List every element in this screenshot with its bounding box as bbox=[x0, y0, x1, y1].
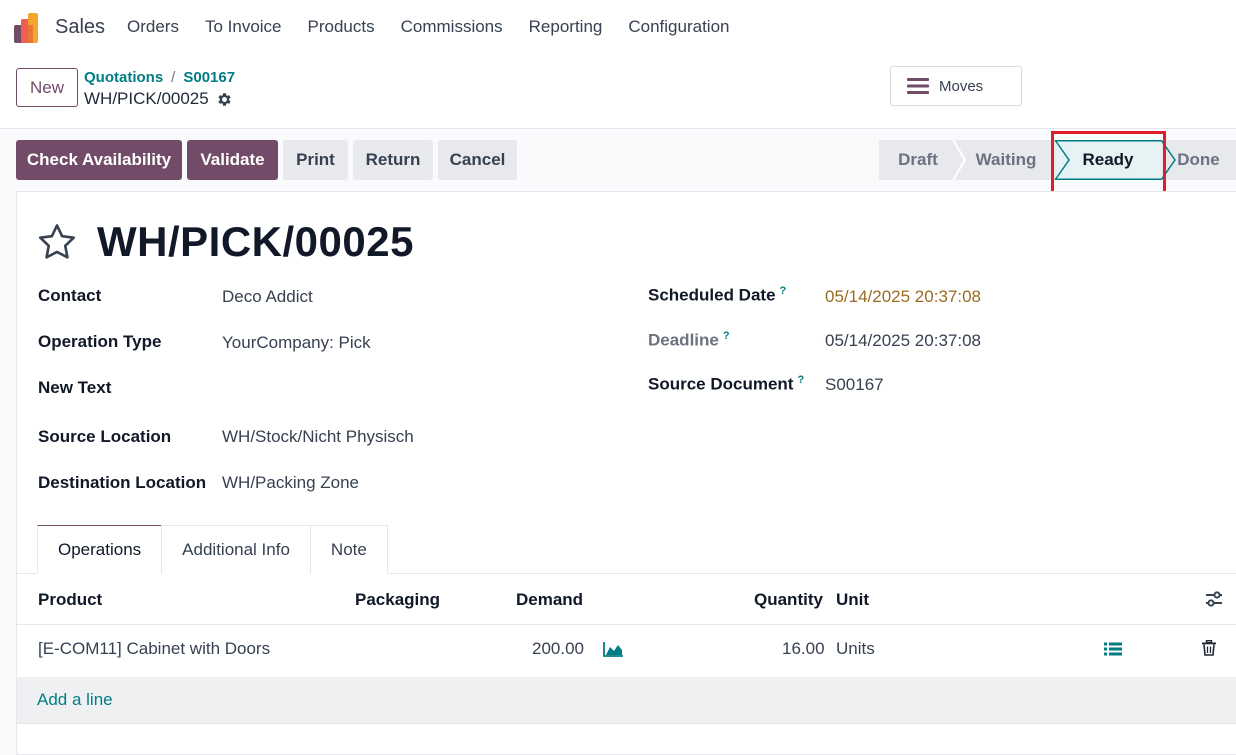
title-row: WH/PICK/00025 bbox=[37, 218, 414, 266]
moves-label: Moves bbox=[939, 77, 984, 95]
hamburger-icon bbox=[907, 78, 929, 94]
menu-products[interactable]: Products bbox=[308, 17, 375, 37]
main-menu: Orders To Invoice Products Commissions R… bbox=[127, 17, 755, 37]
header-divider bbox=[17, 624, 1236, 625]
row-demand[interactable]: 200.00 bbox=[532, 639, 584, 659]
new-button[interactable]: New bbox=[16, 68, 78, 107]
column-product[interactable]: Product bbox=[38, 590, 102, 610]
status-done[interactable]: Done bbox=[1161, 140, 1236, 180]
sliders-icon[interactable] bbox=[1205, 590, 1223, 608]
row-unit[interactable]: Units bbox=[836, 639, 875, 659]
row-product[interactable]: [E-COM11] Cabinet with Doors bbox=[38, 639, 270, 659]
scheduled-date-label: Scheduled Date? bbox=[648, 285, 786, 306]
source-location-label: Source Location bbox=[38, 427, 172, 446]
column-packaging[interactable]: Packaging bbox=[355, 590, 440, 610]
trash-icon[interactable] bbox=[1202, 640, 1216, 656]
new-text-label: New Text bbox=[38, 378, 112, 397]
column-unit[interactable]: Unit bbox=[836, 590, 869, 610]
menu-orders[interactable]: Orders bbox=[127, 17, 179, 37]
cancel-button[interactable]: Cancel bbox=[438, 140, 517, 180]
check-availability-button[interactable]: Check Availability bbox=[16, 140, 182, 180]
form-sheet: WH/PICK/00025 Contact Deco Addict Operat… bbox=[16, 191, 1236, 755]
scheduled-date-value[interactable]: 05/14/2025 20:37:08 bbox=[825, 287, 981, 307]
contact-value[interactable]: Deco Addict bbox=[222, 287, 313, 307]
breadcrumb-order[interactable]: S00167 bbox=[183, 69, 235, 86]
breadcrumb-separator: / bbox=[171, 69, 176, 86]
destination-location-label: Destination Location bbox=[38, 473, 207, 492]
gear-icon[interactable] bbox=[216, 91, 233, 108]
operation-type-label: Operation Type bbox=[38, 332, 162, 351]
scheduled-date-label-text: Scheduled Date bbox=[648, 285, 776, 305]
new-text-value[interactable] bbox=[222, 378, 602, 400]
app-name[interactable]: Sales bbox=[55, 16, 105, 39]
tab-note[interactable]: Note bbox=[309, 525, 388, 574]
source-document-label-text: Source Document bbox=[648, 374, 794, 394]
menu-to-invoice[interactable]: To Invoice bbox=[205, 17, 282, 37]
add-line-row: Add a line bbox=[17, 677, 1236, 724]
menu-configuration[interactable]: Configuration bbox=[628, 17, 729, 37]
record-title: WH/PICK/00025 bbox=[97, 218, 414, 265]
source-document-label: Source Document? bbox=[648, 374, 804, 395]
deadline-help[interactable]: ? bbox=[723, 330, 730, 342]
control-panel: New Quotations / S00167 WH/PICK/00025 Move… bbox=[0, 56, 1236, 129]
source-document-value[interactable]: S00167 bbox=[825, 375, 884, 395]
area-chart-icon[interactable] bbox=[603, 641, 624, 657]
breadcrumb: Quotations / S00167 bbox=[84, 69, 235, 86]
operation-type-value[interactable]: YourCompany: Pick bbox=[222, 333, 371, 353]
notebook-tabs: Operations Additional Info Note bbox=[37, 525, 388, 574]
deadline-value[interactable]: 05/14/2025 20:37:08 bbox=[825, 331, 981, 351]
record-name-text: WH/PICK/00025 bbox=[84, 89, 209, 108]
source-location-value[interactable]: WH/Stock/Nicht Physisch bbox=[222, 427, 414, 447]
list-icon[interactable] bbox=[1104, 642, 1122, 656]
status-waiting[interactable]: Waiting bbox=[957, 140, 1055, 180]
top-navbar: Sales Orders To Invoice Products Commiss… bbox=[0, 0, 1236, 56]
menu-reporting[interactable]: Reporting bbox=[529, 17, 603, 37]
destination-location-value[interactable]: WH/Packing Zone bbox=[222, 473, 359, 493]
status-draft[interactable]: Draft bbox=[879, 140, 957, 180]
deadline-label-text: Deadline bbox=[648, 330, 719, 350]
validate-button[interactable]: Validate bbox=[187, 140, 278, 180]
moves-smart-button[interactable]: Moves bbox=[890, 66, 1022, 106]
return-button[interactable]: Return bbox=[353, 140, 433, 180]
row-quantity[interactable]: 16.00 bbox=[782, 639, 825, 659]
column-quantity[interactable]: Quantity bbox=[754, 590, 823, 610]
menu-commissions[interactable]: Commissions bbox=[401, 17, 503, 37]
star-icon[interactable] bbox=[37, 223, 77, 261]
print-button[interactable]: Print bbox=[283, 140, 348, 180]
deadline-label: Deadline? bbox=[648, 330, 730, 351]
source-document-help[interactable]: ? bbox=[797, 374, 804, 386]
add-line-link[interactable]: Add a line bbox=[37, 690, 113, 710]
sales-app-logo-icon[interactable] bbox=[14, 13, 44, 43]
breadcrumb-quotations[interactable]: Quotations bbox=[84, 69, 163, 86]
scheduled-date-help[interactable]: ? bbox=[780, 285, 787, 297]
tab-additional-info[interactable]: Additional Info bbox=[161, 525, 311, 574]
column-demand[interactable]: Demand bbox=[516, 590, 583, 610]
record-name: WH/PICK/00025 bbox=[84, 89, 233, 109]
tab-operations[interactable]: Operations bbox=[37, 525, 163, 574]
contact-label: Contact bbox=[38, 286, 102, 305]
highlight-box bbox=[1051, 131, 1166, 196]
